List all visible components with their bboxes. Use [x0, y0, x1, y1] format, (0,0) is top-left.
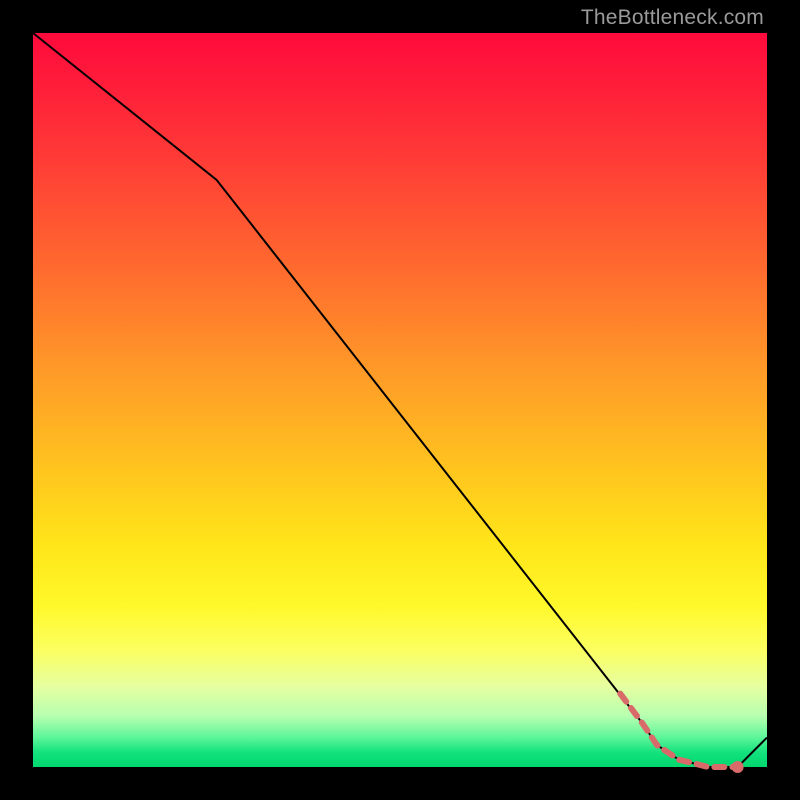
marker-dot	[732, 761, 744, 773]
curve-line	[33, 33, 767, 767]
chart-overlay	[33, 33, 767, 767]
marker-dot-group	[732, 761, 744, 773]
highlight-dash-group	[620, 694, 737, 767]
chart-frame: TheBottleneck.com	[0, 0, 800, 800]
curve-line-group	[33, 33, 767, 767]
highlight-dash	[620, 694, 737, 767]
watermark-text: TheBottleneck.com	[581, 6, 764, 30]
